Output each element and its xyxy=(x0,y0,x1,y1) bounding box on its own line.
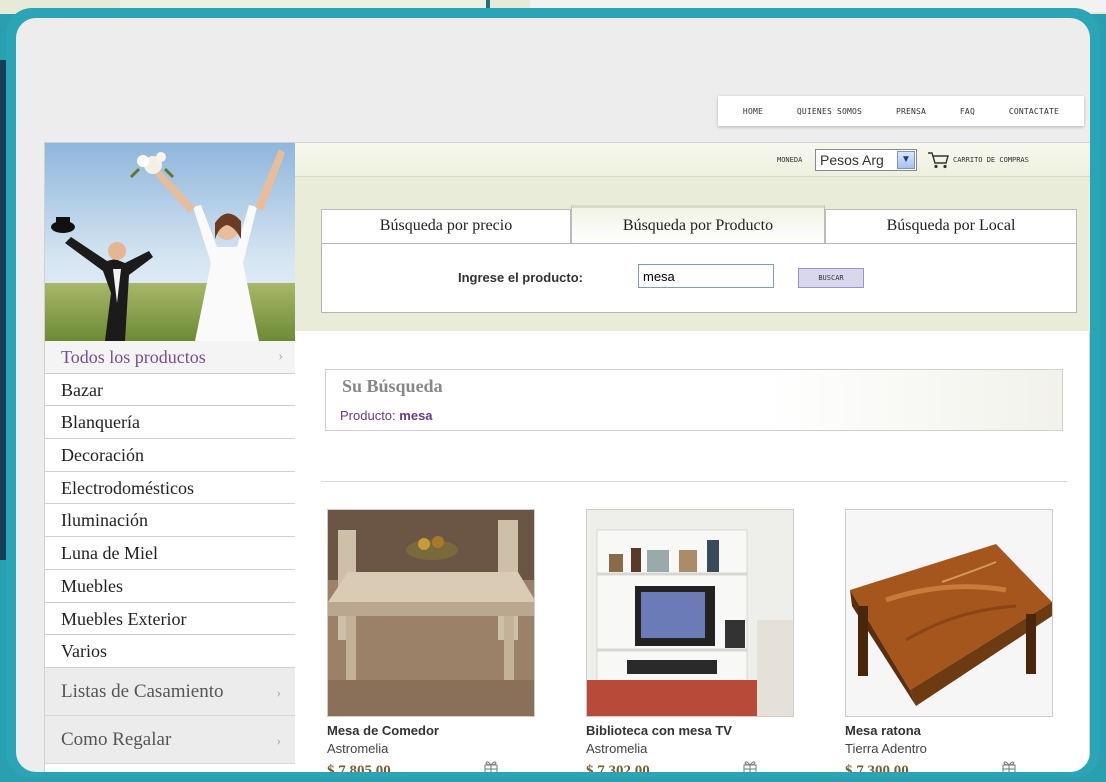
category-label: Electrodomésticos xyxy=(61,477,194,498)
nav-prensa[interactable]: PRENSA xyxy=(896,107,926,116)
tab-busqueda-por-precio[interactable]: Búsqueda por precio xyxy=(321,209,571,243)
product-grid: Mesa de Comedor Astromelia $ 7.805,00 Bi… xyxy=(327,509,1087,772)
product-store: Astromelia xyxy=(327,741,389,756)
currency-cart-toolbar: MONEDA Pesos Arg ▼ CARRITO DE COMPRAS xyxy=(295,143,1090,177)
category-luna-de-miel[interactable]: Luna de Miel xyxy=(45,537,295,570)
product-price: $ 7.302,00 xyxy=(586,763,650,772)
search-panel: Búsqueda por precio Búsqueda por Product… xyxy=(295,177,1090,331)
category-bazar[interactable]: Bazar xyxy=(45,374,295,407)
category-menu: Todos los productos › Bazar Blanquería D… xyxy=(45,341,295,764)
tab-busqueda-por-producto[interactable]: Búsqueda por Producto xyxy=(571,205,825,243)
category-label: Decoración xyxy=(61,445,144,466)
category-label: Iluminación xyxy=(61,510,148,531)
section-como-regalar[interactable]: Como Regalar › xyxy=(45,715,295,764)
section-label: Como Regalar xyxy=(61,728,172,750)
main-content: MONEDA Pesos Arg ▼ CARRITO DE COMPRAS Bú… xyxy=(295,143,1090,772)
category-label: Blanquería xyxy=(61,412,140,433)
nav-quienes-somos[interactable]: QUIENES SOMOS xyxy=(797,107,862,116)
search-summary-title: Su Búsqueda xyxy=(342,376,443,396)
page-container: Todos los productos › Bazar Blanquería D… xyxy=(44,142,1090,772)
section-listas-de-casamiento[interactable]: Listas de Casamiento › xyxy=(45,667,295,716)
search-button[interactable]: BUSCAR xyxy=(798,268,864,288)
currency-value: Pesos Arg xyxy=(820,152,884,168)
sidebar: Todos los productos › Bazar Blanquería D… xyxy=(45,143,295,772)
category-label: Muebles xyxy=(61,575,123,596)
product-price: $ 7.805,00 xyxy=(327,763,391,772)
product-image-biblioteca-con-mesa-tv[interactable] xyxy=(586,509,794,717)
gift-icon[interactable] xyxy=(742,759,758,772)
category-label: Todos los productos xyxy=(61,347,206,367)
gift-icon[interactable] xyxy=(1001,759,1017,772)
category-label: Bazar xyxy=(61,379,103,400)
nav-faq[interactable]: FAQ xyxy=(960,107,975,116)
shopping-cart-icon[interactable] xyxy=(927,151,949,169)
category-blanqueria[interactable]: Blanquería xyxy=(45,406,295,440)
category-label: Varios xyxy=(61,641,107,662)
divider xyxy=(321,481,1067,482)
category-todos-los-productos[interactable]: Todos los productos › xyxy=(45,341,295,374)
hero-image-wedding-couple xyxy=(45,143,295,341)
product-name[interactable]: Mesa ratona xyxy=(845,723,921,738)
product-store: Tierra Adentro xyxy=(845,741,927,756)
section-label: Listas de Casamiento xyxy=(61,680,224,702)
product-card[interactable]: Mesa de Comedor Astromelia $ 7.805,00 xyxy=(327,509,537,772)
currency-label: MONEDA xyxy=(777,156,803,164)
browser-viewport: HOME QUIENES SOMOS PRENSA FAQ CONTACTATE xyxy=(16,18,1090,772)
chevron-right-icon: › xyxy=(276,685,281,701)
nav-home[interactable]: HOME xyxy=(743,107,763,116)
product-name[interactable]: Mesa de Comedor xyxy=(327,723,439,738)
cart-link[interactable]: CARRITO DE COMPRAS xyxy=(953,156,1029,164)
search-tabs: Búsqueda por precio Búsqueda por Product… xyxy=(321,205,1077,243)
category-muebles[interactable]: Muebles xyxy=(45,570,295,603)
category-iluminacion[interactable]: Iluminación xyxy=(45,504,295,538)
top-navigation: HOME QUIENES SOMOS PRENSA FAQ CONTACTATE xyxy=(718,96,1084,126)
search-summary-field-label: Producto: xyxy=(340,408,396,423)
category-muebles-exterior[interactable]: Muebles Exterior xyxy=(45,603,295,636)
category-label: Luna de Miel xyxy=(61,543,158,564)
category-varios[interactable]: Varios xyxy=(45,635,295,668)
chevron-right-icon: › xyxy=(276,733,281,749)
tab-busqueda-por-local[interactable]: Búsqueda por Local xyxy=(825,209,1077,243)
search-summary-line: Producto: mesa xyxy=(340,408,433,423)
product-image-mesa-de-comedor[interactable] xyxy=(327,509,535,717)
product-card[interactable]: Biblioteca con mesa TV Astromelia $ 7.30… xyxy=(586,509,796,772)
category-label: Muebles Exterior xyxy=(61,608,187,629)
product-image-mesa-ratona[interactable] xyxy=(845,509,1053,717)
search-summary-field-value: mesa xyxy=(399,408,433,423)
product-price: $ 7.300,00 xyxy=(845,763,909,772)
chevron-right-icon: › xyxy=(278,349,283,364)
device-frame: HOME QUIENES SOMOS PRENSA FAQ CONTACTATE xyxy=(6,8,1100,778)
product-card[interactable]: Mesa ratona Tierra Adentro $ 7.300,00 xyxy=(845,509,1055,772)
search-label: Ingrese el producto: xyxy=(458,270,583,285)
category-electrodomesticos[interactable]: Electrodomésticos xyxy=(45,472,295,505)
gift-icon[interactable] xyxy=(483,759,499,772)
category-decoracion[interactable]: Decoración xyxy=(45,439,295,472)
product-search-input[interactable] xyxy=(638,264,774,288)
search-summary: Su Búsqueda Producto: mesa xyxy=(325,369,1063,431)
nav-contactate[interactable]: CONTACTATE xyxy=(1009,107,1059,116)
product-name[interactable]: Biblioteca con mesa TV xyxy=(586,723,732,738)
search-form: Ingrese el producto: BUSCAR xyxy=(321,243,1077,313)
product-store: Astromelia xyxy=(586,741,648,756)
currency-select[interactable]: Pesos Arg ▼ xyxy=(815,149,917,171)
chevron-down-icon[interactable]: ▼ xyxy=(897,151,915,169)
